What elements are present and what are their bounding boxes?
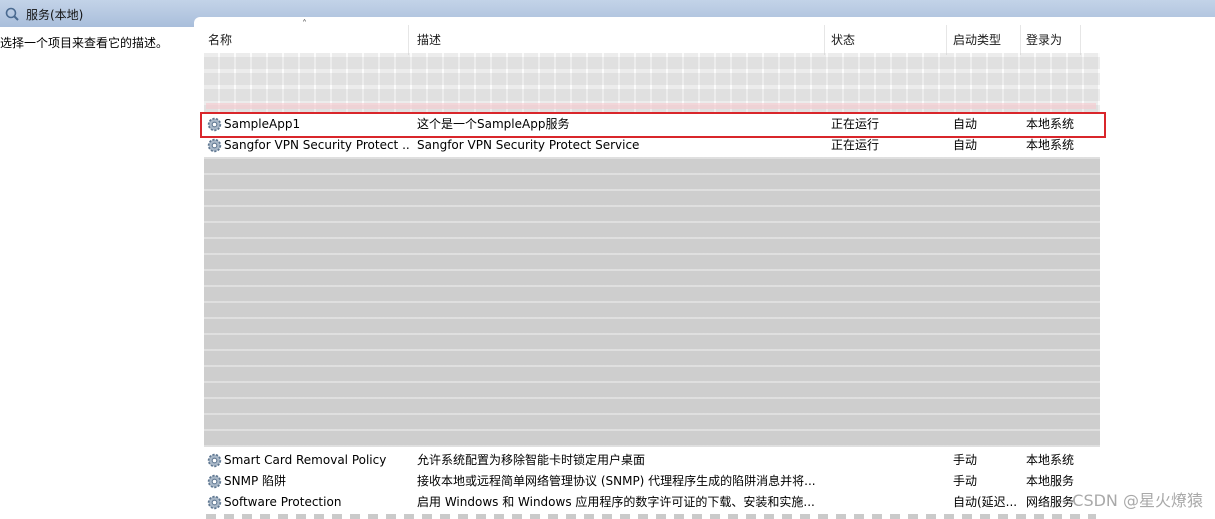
service-gear-icon	[207, 453, 222, 468]
column-divider[interactable]	[1080, 25, 1081, 55]
window-title: 服务(本地)	[26, 8, 84, 22]
description-hint: 选择一个项目来查看它的描述。	[0, 36, 169, 50]
service-description: Sangfor VPN Security Protect Service	[417, 138, 640, 152]
service-gear-icon	[207, 117, 222, 132]
service-status	[831, 471, 941, 492]
service-status: 正在运行	[831, 117, 880, 131]
service-name: SampleApp1	[224, 117, 301, 131]
service-name: SNMP 陷阱	[224, 474, 286, 488]
list-header: ˄ 名称 描述 状态 启动类型 登录为	[194, 17, 1215, 55]
sort-ascending-icon: ˄	[302, 19, 307, 30]
service-startup-type: 自动(延迟...	[953, 495, 1017, 509]
service-startup-type: 自动	[953, 117, 978, 131]
service-name: Sangfor VPN Security Protect ...	[224, 138, 409, 152]
column-divider[interactable]	[408, 25, 409, 55]
blurred-rows-middle	[204, 157, 1100, 447]
blurred-row-partial	[206, 514, 1096, 519]
column-header-status[interactable]: 状态	[831, 31, 855, 48]
service-startup-type: 手动	[953, 474, 978, 488]
service-log-on-as: 本地系统	[1026, 453, 1075, 467]
service-gear-icon	[207, 474, 222, 489]
service-startup-type: 自动	[953, 138, 978, 152]
service-gear-icon	[207, 138, 222, 153]
service-description: 接收本地或远程简单网络管理协议 (SNMP) 代理程序生成的陷阱消息并将...	[417, 474, 816, 488]
service-description: 启用 Windows 和 Windows 应用程序的数字许可证的下载、安装和实施…	[417, 495, 815, 509]
service-description: 允许系统配置为移除智能卡时锁定用户桌面	[417, 453, 646, 467]
service-log-on-as: 本地系统	[1026, 117, 1075, 131]
table-row[interactable]: Software Protection 启用 Windows 和 Windows…	[194, 492, 1215, 513]
column-divider[interactable]	[946, 25, 947, 55]
table-row[interactable]: SampleApp1 这个是一个SampleApp服务 正在运行 自动 本地系统	[194, 114, 1215, 135]
services-icon	[5, 7, 19, 21]
column-divider[interactable]	[824, 25, 825, 55]
table-row[interactable]: Smart Card Removal Policy 允许系统配置为移除智能卡时锁…	[194, 450, 1215, 471]
service-gear-icon	[207, 495, 222, 510]
column-header-startup-type[interactable]: 启动类型	[953, 31, 1001, 48]
column-header-name[interactable]: 名称	[208, 31, 232, 48]
service-name: Software Protection	[224, 495, 342, 509]
service-status	[831, 450, 941, 471]
table-row[interactable]: Sangfor VPN Security Protect ... Sangfor…	[194, 135, 1215, 156]
table-row[interactable]: SNMP 陷阱 接收本地或远程简单网络管理协议 (SNMP) 代理程序生成的陷阱…	[194, 471, 1215, 492]
service-name: Smart Card Removal Policy	[224, 453, 387, 467]
service-description: 这个是一个SampleApp服务	[417, 117, 570, 131]
services-list[interactable]: ˄ 名称 描述 状态 启动类型 登录为 SampleApp1 这个是一个Samp…	[194, 17, 1215, 519]
service-status	[831, 492, 941, 513]
column-header-description[interactable]: 描述	[417, 31, 441, 48]
service-log-on-as: 本地系统	[1026, 138, 1075, 152]
watermark: CSDN @星火燎猿	[1072, 491, 1203, 510]
service-startup-type: 手动	[953, 453, 978, 467]
blurred-selection-strip	[206, 103, 1096, 109]
column-header-log-on-as[interactable]: 登录为	[1026, 31, 1062, 48]
description-pane: 选择一个项目来查看它的描述。	[0, 27, 194, 519]
service-status: 正在运行	[831, 138, 880, 152]
column-divider[interactable]	[1020, 25, 1021, 55]
